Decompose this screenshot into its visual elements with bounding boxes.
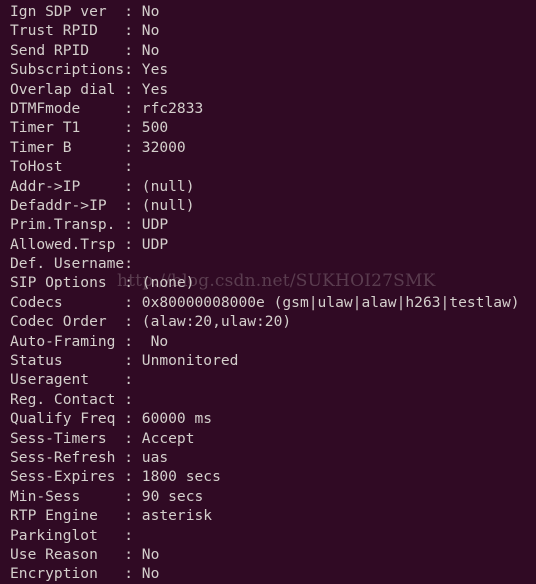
terminal-line: Codec Order : (alaw:20,ulaw:20) (10, 313, 292, 331)
terminal-line: Useragent : (10, 371, 134, 389)
terminal-line: Trust RPID : No (10, 22, 160, 40)
terminal-line: Use Reason : No (10, 545, 160, 563)
terminal-line: DTMFmode : rfc2833 (10, 99, 204, 117)
terminal-window[interactable]: Ign SDP ver : No Trust RPID : No Send RPID… (0, 0, 536, 582)
terminal-line: SIP Options : (none) (10, 274, 195, 292)
terminal-line: Timer B : 32000 (10, 138, 186, 156)
terminal-line: Sess-Expires : 1800 secs (10, 468, 221, 486)
terminal-line: Prim.Transp. : UDP (10, 216, 169, 234)
terminal-line: Sess-Timers : Accept (10, 429, 195, 447)
terminal-line: Send RPID : No (10, 41, 160, 59)
terminal-line: Allowed.Trsp : UDP (10, 235, 169, 253)
terminal-line: RTP Engine : asterisk (10, 507, 213, 525)
terminal-line: Subscriptions: Yes (10, 61, 169, 79)
terminal-line: Timer T1 : 500 (10, 119, 169, 137)
terminal-line: Min-Sess : 90 secs (10, 487, 204, 505)
terminal-line: Def. Username: (10, 255, 134, 273)
terminal-output: Ign SDP ver : No Trust RPID : No Send RPID… (10, 2, 536, 584)
terminal-line: Addr->IP : (null) (10, 177, 195, 195)
terminal-line: Ign SDP ver : No (10, 3, 160, 20)
terminal-line: Codecs : 0x80000008000e (gsm|ulaw|alaw|h… (10, 293, 520, 311)
terminal-line: Encryption : No (10, 565, 160, 583)
terminal-line: Sess-Refresh : uas (10, 448, 169, 466)
terminal-line: Reg. Contact : (10, 390, 134, 408)
terminal-line: Defaddr->IP : (null) (10, 196, 195, 214)
terminal-line: Qualify Freq : 60000 ms (10, 410, 213, 428)
terminal-line: Parkinglot : (10, 526, 134, 544)
terminal-line: Status : Unmonitored (10, 352, 239, 370)
terminal-line: Auto-Framing : No (10, 332, 169, 350)
terminal-line: Overlap dial : Yes (10, 80, 169, 98)
terminal-line: ToHost : (10, 158, 134, 176)
